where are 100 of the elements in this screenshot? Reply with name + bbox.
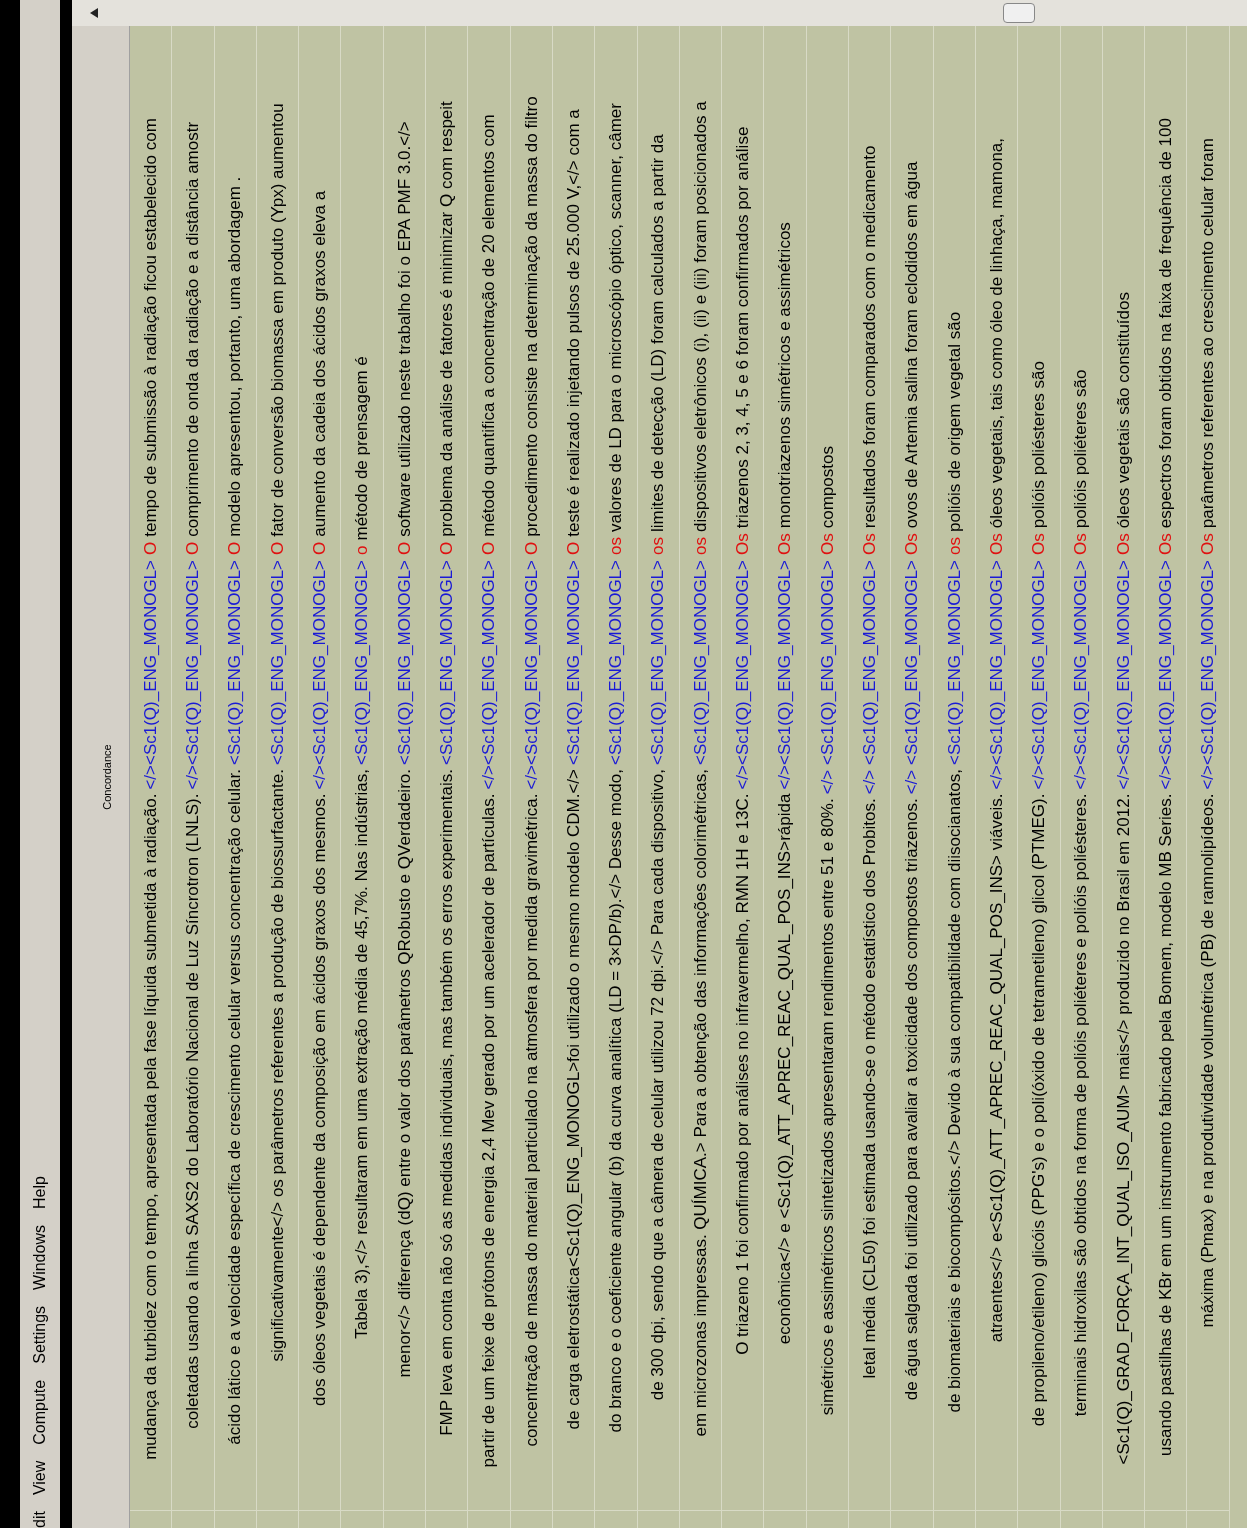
right-context: modelo apresentou, portanto, uma abordagem . — [224, 176, 246, 537]
right-context: comprimento de onda da radiação e a distância amostr — [182, 121, 204, 537]
keyword: Os — [732, 533, 754, 555]
annotation-tag: </><Sc1(Q)_ENG_MONOGL> — [1110, 560, 1137, 790]
keyword: os — [647, 537, 669, 555]
right-context: compostos — [816, 446, 838, 529]
scroll-up-icon[interactable] — [90, 8, 98, 18]
annotation-tag: <Sc1(Q)_ENG_MONOGL> — [222, 560, 248, 765]
annotation-tag: </><Sc1(Q)_ENG_MONOGL> — [1026, 560, 1052, 790]
annotation-tag: <Sc1(Q)_ENG_MONOGL> — [687, 560, 714, 765]
annotation-tag: <Sc1(Q)_ENG_MONOGL> — [603, 560, 629, 765]
annotation-tag: </><Sc1(Q)_ENG_MONOGL> — [1195, 560, 1221, 790]
keyword: O — [224, 541, 246, 555]
right-context: monotriazenos simétricos e assimétricos — [774, 222, 796, 529]
annotation-tag: </><Sc1(Q)_ENG_MONOGL> — [1068, 560, 1094, 790]
annotation-tag: <Sc1(Q)_ENG_MONOGL> — [264, 560, 291, 765]
annotation-tag: <Sc1(Q)_ENG_MONOGL> — [645, 560, 671, 765]
right-context: software utilizado neste trabalho foi o EPA PMF 3.0.</> — [393, 121, 415, 537]
menu-item[interactable]: Settings — [28, 1305, 52, 1364]
right-context: triazenos 2, 3, 4, 5 e 6 foram confirmados por análise — [732, 126, 754, 529]
left-context: usando pastilhas de KBr em um instrumento fabricado pela Bomem, modelo MB Series. — [1155, 793, 1176, 1456]
left-context: <Sc1(Q)_GRAD_FORÇA_INT_QUAL_ISO_AUM> mais</> produzido no Brasil em 2012. — [1112, 793, 1134, 1465]
left-context: coletadas usando a linha SAXS2 do Laboratório Nacional de Luz Síncrotron (LNLS). — [182, 793, 204, 1429]
left-context: O triazeno 1 foi confirmado por análises no infravermelho, RMN 1H e 13C. — [732, 793, 754, 1355]
left-context: FMP leva em conta não só as medidas individuais, mas também os erros experimentais. — [435, 769, 457, 1436]
left-context: ácido lático e a velocidade específica de crescimento celular versus concentração celular. — [224, 769, 246, 1445]
left-context: mudança da turbidez com o tempo, apresentada pela fase líquida submetida à radiação. — [139, 793, 161, 1460]
right-context: óleos vegetais são constituídos — [1112, 292, 1134, 529]
annotation-tag: <Sc1(Q)_ENG_MONOGL> — [391, 560, 418, 765]
annotation-tag: <Sc1(Q)_ENG_MONOGL> — [560, 560, 587, 765]
right-context: polióis poliésteres são — [1028, 361, 1050, 529]
annotation-tag: <Sc1(Q)_ENG_MONOGL> — [349, 560, 375, 765]
keyword: O — [562, 541, 584, 555]
keyword: Os — [1155, 533, 1176, 555]
right-context: limites de detecção (LD) foram calculados a partir da — [647, 134, 669, 533]
menu-item[interactable]: View — [28, 1460, 52, 1496]
right-context: dispositivos eletrônicos (i), (ii) e (iii) foram posicionados a — [689, 101, 711, 533]
column-title: Concordance — [99, 744, 114, 810]
keyword: Os — [985, 533, 1007, 555]
keyword: Os — [1112, 533, 1134, 555]
keyword: O — [309, 541, 331, 555]
annotation-tag: </><Sc1(Q)_ENG_MONOGL> — [983, 560, 1010, 790]
annotation-tag: </><Sc1(Q)_ENG_MONOGL> — [518, 560, 545, 790]
left-context: partir de um feixe de prótons de energia 2,4 Mev gerado por um acelerador de partículas. — [478, 793, 500, 1468]
keyword: Os — [1070, 533, 1092, 555]
keyword: os — [605, 537, 627, 555]
annotation-tag: </><Sc1(Q)_ENG_MONOGL> — [1153, 560, 1179, 790]
right-context: aumento da cadeia dos ácidos graxos eleva a — [309, 190, 331, 537]
annotation-tag: <Sc1(Q)_ENG_MONOGL> — [941, 560, 968, 765]
annotation-tag: </><Sc1(Q)_ENG_MONOGL> — [180, 560, 206, 790]
keyword: O — [520, 541, 542, 555]
left-context: máxima (Pmax) e na produtividade volumétrica (PB) de ramnolipídeos. — [1197, 793, 1219, 1328]
right-context: polióis de origem vegetal são — [943, 311, 965, 533]
menu-item[interactable]: Windows — [28, 1225, 52, 1290]
right-context: método quantifica a concentração de 20 elementos com — [478, 114, 500, 537]
keyword: Os — [816, 533, 838, 555]
right-context: método de prensagem é — [351, 356, 373, 541]
left-context: de água salgada foi utilizado para avaliar a toxicidade dos compostos triazenos. — [901, 798, 923, 1401]
left-context: econômica</> e <Sc1(Q)_ATT_APREC_REAC_QUAL_POS_INS>rápida — [774, 793, 796, 1345]
menu-item[interactable]: Compute — [28, 1379, 52, 1445]
right-context: problema da análise de fatores é minimizar Q com respeit — [435, 101, 457, 537]
annotation-tag: </><Sc1(Q)_ENG_MONOGL> — [772, 560, 798, 790]
annotation-tag: </><Sc1(Q)_ENG_MONOGL> — [307, 560, 333, 790]
keyword: Os — [858, 533, 880, 555]
right-context: parâmetros referentes ao crescimento celular foram — [1197, 138, 1219, 529]
keyword: O — [435, 541, 457, 555]
keyword: os — [943, 537, 965, 555]
keyword: O — [139, 541, 161, 555]
annotation-tag: </><Sc1(Q)_ENG_MONOGL> — [730, 560, 756, 790]
left-context: dos óleos vegetais é dependente da composição em ácidos graxos dos mesmos. — [309, 793, 331, 1406]
left-context: significativamente</> os parâmetros referentes a produção de biossurfactante. — [266, 769, 288, 1362]
right-context: óleos vegetais, tais como óleo de linhaça, mamona, — [985, 138, 1007, 529]
left-context: em microzonas impressas. QUÍMICA.> Para a obtenção das informações colorimétricas, — [689, 769, 711, 1437]
left-context: de biomateriais e biocompósitos.</> Devido à sua compatibilidade com diisocianatos, — [943, 769, 965, 1413]
left-context: do branco e o coeficiente angular (b) da curva analítica (LD = 3×DP/b).</> Desse modo, — [605, 769, 627, 1433]
menu-item[interactable]: dit — [28, 1511, 52, 1528]
keyword: os — [689, 537, 711, 555]
left-context: Tabela 3),</> resultaram em uma extração média de 45,7%. Nas indústrias, — [351, 769, 373, 1339]
right-context: valores de LD para o microscópio óptico, scanner, câmer — [605, 103, 627, 533]
left-context: letal média (CL50) foi estimada usando-se o método estatístico dos Probitos. — [858, 798, 880, 1379]
keyword: O — [478, 541, 500, 555]
scroll-thumb[interactable] — [1003, 3, 1035, 23]
left-context: menor</> diferença (dQ) entre o valor dos parâmetros QRobusto e QVerdadeiro. — [393, 769, 415, 1378]
annotation-tag: </><Sc1(Q)_ENG_MONOGL> — [476, 560, 502, 790]
right-context: procedimento consiste na determinação da massa do filtro — [520, 96, 542, 537]
left-context: de carga eletrostática<Sc1(Q)_ENG_MONOGL>foi utilizado o mesmo modelo CDM.</> — [562, 769, 584, 1430]
right-context: tempo de submissão à radiação ficou estabelecido com — [139, 118, 161, 537]
keyword: Os — [901, 533, 923, 555]
annotation-tag: </> <Sc1(Q)_ENG_MONOGL> — [899, 560, 925, 795]
right-context: polióis poliéteres são — [1070, 369, 1092, 529]
annotation-tag: </><Sc1(Q)_ENG_MONOGL> — [137, 560, 164, 790]
keyword: O — [266, 541, 288, 555]
right-context: espectros foram obtidos na faixa de frequência de 100 — [1155, 118, 1176, 529]
keyword: Os — [1028, 533, 1050, 555]
keyword: Os — [774, 533, 796, 555]
right-context: teste é realizado injetando pulsos de 25.000 V,</> com a — [562, 109, 584, 537]
menu-item[interactable]: Help — [28, 1176, 52, 1210]
keyword: Os — [1197, 533, 1219, 555]
annotation-tag: </> <Sc1(Q)_ENG_MONOGL> — [814, 560, 841, 795]
left-context: simétricos e assimétricos sintetizados apresentaram rendimentos entre 51 e 80%. — [816, 798, 838, 1416]
